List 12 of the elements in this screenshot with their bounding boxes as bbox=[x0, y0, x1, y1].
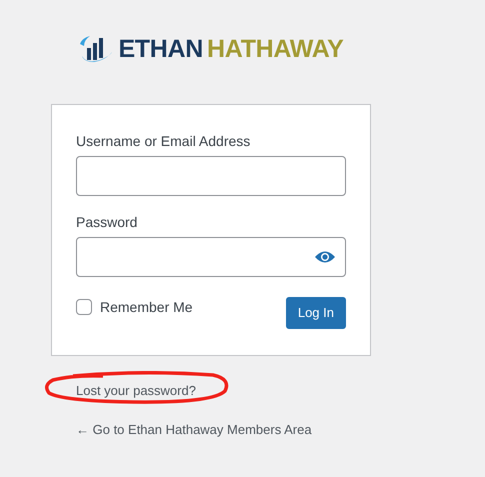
password-field[interactable] bbox=[76, 237, 346, 277]
username-field[interactable] bbox=[76, 156, 346, 196]
field-label: Username or Email Address bbox=[76, 132, 250, 151]
field-label: Password bbox=[76, 213, 138, 232]
logo-text: ETHAN bbox=[118, 34, 204, 66]
text-link[interactable]: Lost your password? bbox=[76, 381, 196, 400]
checkbox-label[interactable]: Remember Me bbox=[100, 296, 193, 318]
logo-text: HATHAWAY bbox=[207, 34, 344, 66]
remember-checkbox[interactable] bbox=[76, 299, 92, 315]
login-button[interactable]: Log In bbox=[286, 297, 346, 329]
text-link[interactable]: ← Go to Ethan Hathaway Members Area bbox=[76, 420, 312, 440]
eye-icon[interactable] bbox=[315, 250, 335, 264]
